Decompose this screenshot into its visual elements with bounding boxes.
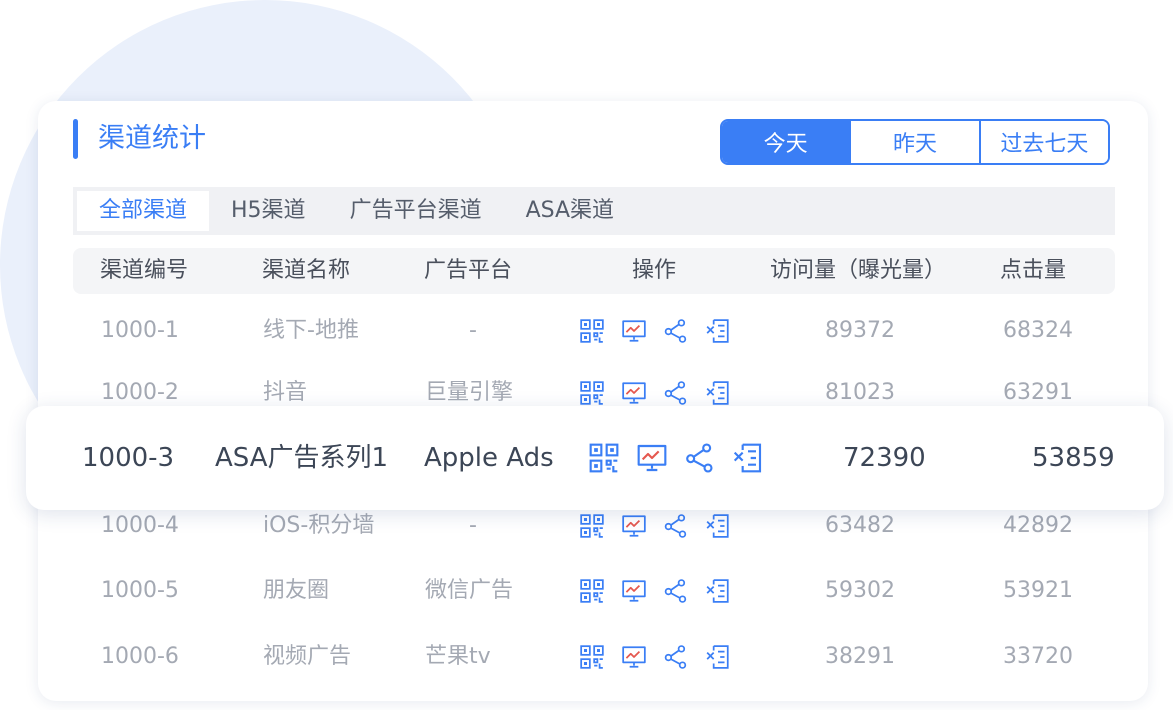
chart-icon[interactable]: [621, 642, 663, 672]
qrcode-icon[interactable]: [579, 642, 621, 672]
channel-stats-panel: 渠道统计 今天 昨天 过去七天 全部渠道 H5渠道 广告平台渠道 ASA渠道 渠…: [38, 101, 1148, 701]
export-icon[interactable]: [705, 576, 747, 606]
panel-title: 渠道统计: [98, 123, 206, 154]
row-clicks: 53859: [1032, 443, 1115, 473]
qrcode-icon[interactable]: [579, 511, 621, 541]
row-clicks: 53921: [1003, 578, 1073, 603]
tab-h5-channels[interactable]: H5渠道: [209, 191, 328, 231]
row-channel-name: 视频广告: [263, 644, 352, 669]
row-clicks: 33720: [1003, 644, 1073, 669]
tab-all-channels[interactable]: 全部渠道: [77, 191, 210, 231]
date-range-switch: 今天 昨天 过去七天: [720, 119, 1110, 165]
row-channel-id: 1000-3: [82, 443, 175, 473]
chart-icon[interactable]: [636, 441, 684, 475]
chart-icon[interactable]: [621, 378, 663, 408]
export-icon[interactable]: [705, 316, 747, 346]
qrcode-icon[interactable]: [588, 441, 636, 475]
row-actions: [588, 441, 780, 475]
share-icon[interactable]: [663, 511, 705, 541]
export-icon[interactable]: [732, 441, 780, 475]
range-yesterday-button[interactable]: 昨天: [851, 121, 981, 163]
row-channel-id: 1000-5: [101, 578, 179, 603]
row-visits: 38291: [825, 644, 895, 669]
row-ad-platform: 微信广告: [425, 578, 514, 603]
row-channel-id: 1000-1: [101, 318, 179, 343]
row-channel-name: ASA广告系列1: [215, 443, 389, 473]
row-actions: [579, 642, 747, 672]
row-actions: [579, 378, 747, 408]
qrcode-icon[interactable]: [579, 378, 621, 408]
export-icon[interactable]: [705, 378, 747, 408]
column-header-platform: 广告平台: [424, 258, 513, 283]
range-today-button[interactable]: 今天: [722, 121, 852, 163]
row-actions: [579, 511, 747, 541]
qrcode-icon[interactable]: [579, 576, 621, 606]
row-visits: 72390: [843, 443, 926, 473]
channel-tabs: 全部渠道 H5渠道 广告平台渠道 ASA渠道: [73, 187, 1115, 235]
table-row[interactable]: 1000-5 朋友圈 微信广告 59302 53921: [38, 561, 1148, 621]
qrcode-icon[interactable]: [579, 316, 621, 346]
column-header-actions: 操作: [632, 258, 677, 283]
export-icon[interactable]: [705, 511, 747, 541]
row-ad-platform: 芒果tv: [425, 644, 491, 669]
tab-ad-platform-channels[interactable]: 广告平台渠道: [328, 191, 504, 231]
row-actions: [579, 316, 747, 346]
range-last7days-button[interactable]: 过去七天: [980, 121, 1108, 163]
share-icon[interactable]: [684, 441, 732, 475]
column-header-visits: 访问量（曝光量）: [770, 258, 947, 283]
row-channel-name: 线下-地推: [263, 318, 359, 343]
highlighted-table-row[interactable]: 1000-3 ASA广告系列1 Apple Ads 72390 53859: [26, 406, 1164, 510]
row-actions: [579, 576, 747, 606]
row-visits: 89372: [825, 318, 895, 343]
column-header-id: 渠道编号: [100, 258, 189, 283]
title-accent-bar: [73, 119, 78, 159]
table-row[interactable]: 1000-6 视频广告 芒果tv 38291 33720: [38, 627, 1148, 687]
share-icon[interactable]: [663, 378, 705, 408]
share-icon[interactable]: [663, 576, 705, 606]
row-ad-platform: Apple Ads: [424, 443, 554, 473]
chart-icon[interactable]: [621, 511, 663, 541]
row-channel-name: 朋友圈: [263, 578, 330, 603]
table-header: 渠道编号 渠道名称 广告平台 操作 访问量（曝光量） 点击量: [73, 248, 1115, 294]
share-icon[interactable]: [663, 642, 705, 672]
column-header-name: 渠道名称: [262, 258, 351, 283]
share-icon[interactable]: [663, 316, 705, 346]
table-row[interactable]: 1000-1 线下-地推 - 89372 68324: [38, 301, 1148, 361]
chart-icon[interactable]: [621, 576, 663, 606]
export-icon[interactable]: [705, 642, 747, 672]
column-header-clicks: 点击量: [1000, 258, 1067, 283]
row-visits: 59302: [825, 578, 895, 603]
row-clicks: 68324: [1003, 318, 1073, 343]
row-ad-platform: -: [469, 318, 477, 343]
tab-asa-channels[interactable]: ASA渠道: [504, 191, 636, 231]
row-channel-id: 1000-6: [101, 644, 179, 669]
chart-icon[interactable]: [621, 316, 663, 346]
